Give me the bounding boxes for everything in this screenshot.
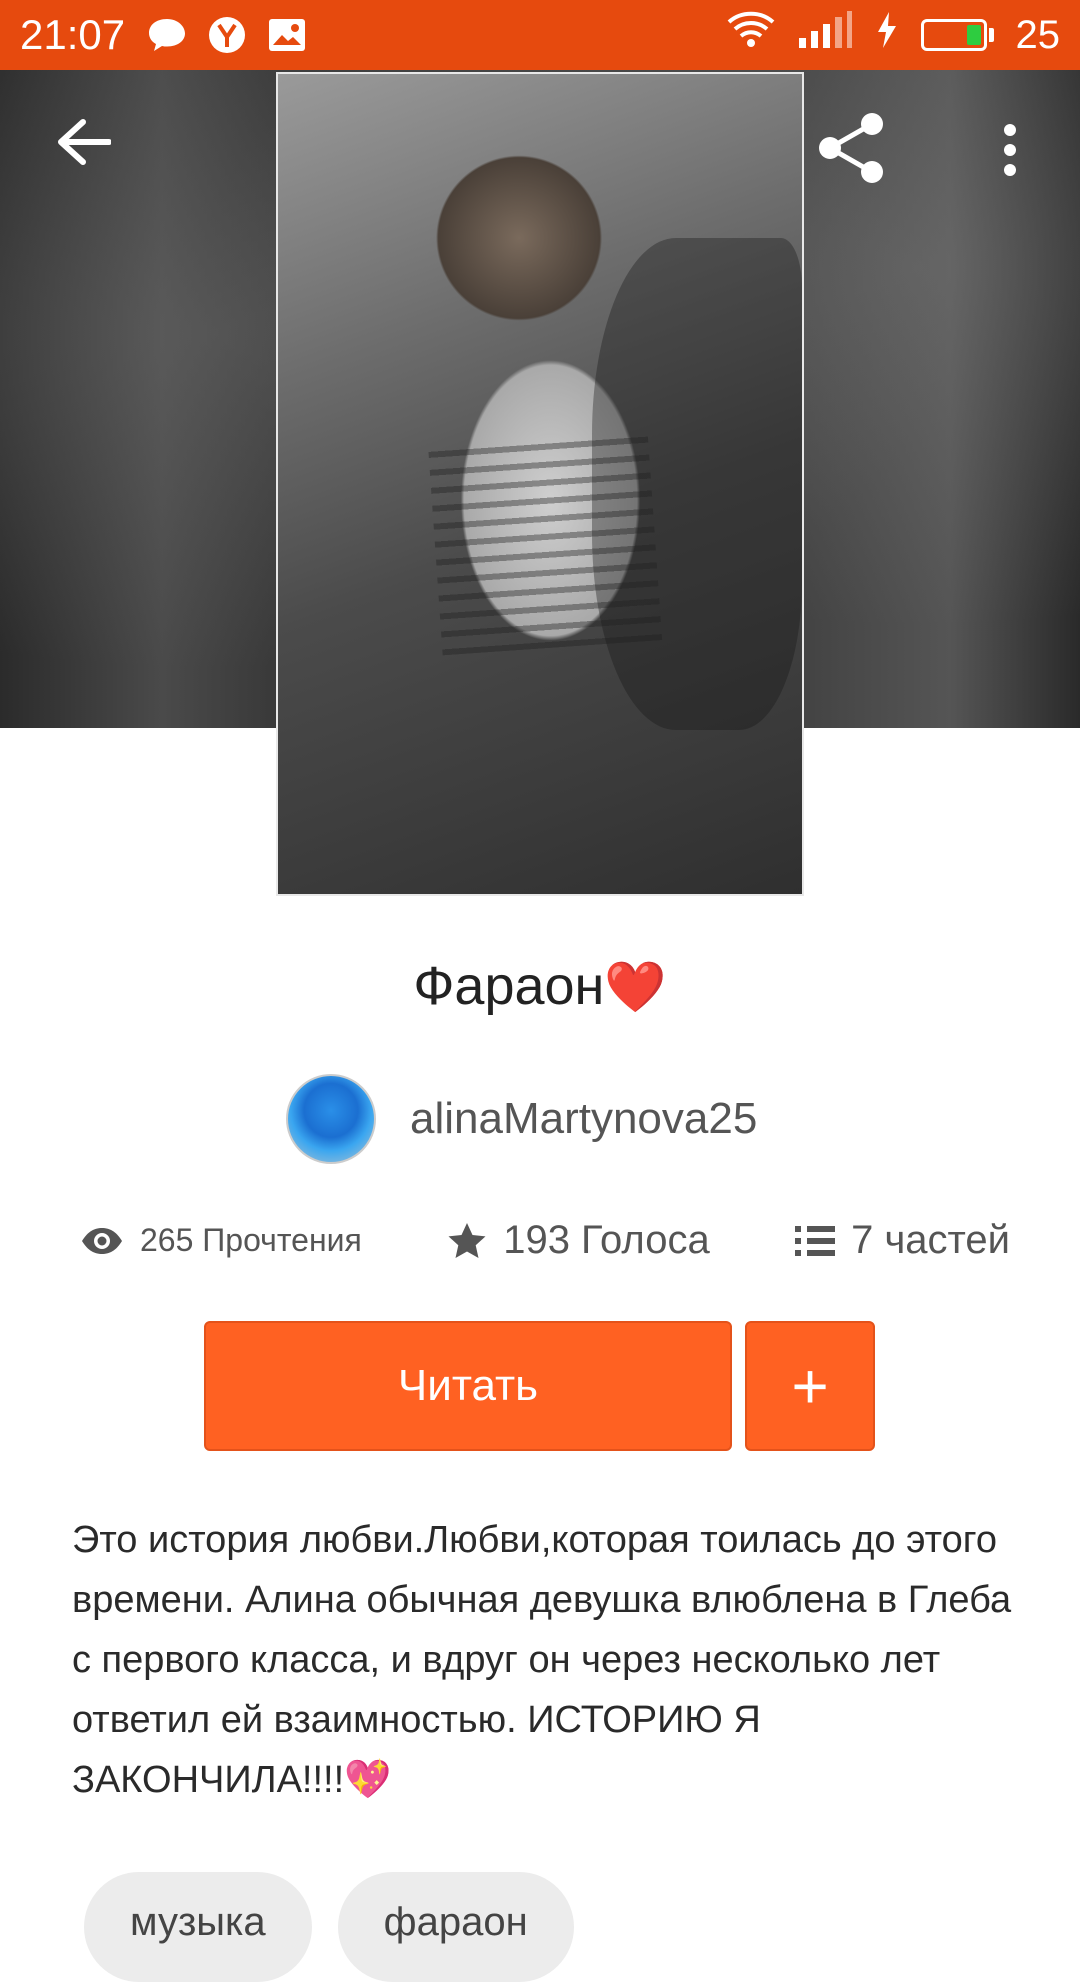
- avatar[interactable]: [286, 1074, 376, 1164]
- cover-shirt-print: [428, 427, 663, 656]
- yandex-icon: [207, 15, 247, 55]
- votes-stat: 193 Голоса: [447, 1218, 710, 1263]
- story-description: Это история любви.Любви,которая тоилась …: [72, 1510, 1012, 1810]
- parts-count[interactable]: 7 частей: [851, 1218, 1010, 1263]
- story-stats: 265 Прочтения 193 Голоса 7 частей: [80, 1218, 1010, 1263]
- arrow-left-icon: [58, 119, 111, 165]
- battery-icon: [920, 19, 994, 51]
- list-icon: [795, 1225, 836, 1256]
- back-button[interactable]: [54, 112, 114, 172]
- author-name[interactable]: alinaMartynova25: [410, 1094, 757, 1144]
- share-button[interactable]: [812, 108, 892, 188]
- heart-emoji: ❤️: [604, 959, 667, 1015]
- chat-bubble-icon: [147, 17, 187, 53]
- add-to-library-button[interactable]: +: [745, 1321, 875, 1451]
- eye-icon: [82, 1227, 122, 1254]
- read-button[interactable]: Читать: [204, 1321, 732, 1451]
- tag-chip[interactable]: фараон: [337, 1872, 574, 1982]
- sparkling-heart-emoji: 💖: [344, 1759, 392, 1801]
- description-text: Это история любви.Любви,которая тоилась …: [72, 1519, 1012, 1801]
- tag-chip[interactable]: музыка: [84, 1872, 312, 1982]
- more-options-button[interactable]: [990, 118, 1030, 182]
- status-bar: 21:07 25: [0, 0, 1080, 70]
- story-title-text: Фараон: [413, 956, 605, 1016]
- wifi-icon: [727, 10, 775, 60]
- author-row[interactable]: alinaMartynova25: [286, 1074, 757, 1164]
- tags-row: музыка фараон: [84, 1872, 574, 1982]
- star-icon: [448, 1222, 486, 1258]
- more-vertical-icon: [1004, 124, 1016, 176]
- share-icon: [819, 113, 883, 183]
- status-right: 25: [727, 10, 1061, 60]
- votes-count: 193 Голоса: [503, 1218, 710, 1262]
- status-time: 21:07: [20, 11, 126, 58]
- story-cover-image[interactable]: [276, 72, 804, 896]
- signal-icon: [797, 10, 853, 60]
- charging-icon: [875, 10, 899, 60]
- battery-level: 25: [1015, 12, 1061, 57]
- reads-stat: 265 Прочтения: [80, 1222, 362, 1259]
- reads-count: 265 Прочтения: [140, 1222, 362, 1258]
- story-title: Фараон❤️: [0, 955, 1080, 1017]
- image-icon: [267, 17, 307, 53]
- parts-stat[interactable]: 7 частей: [795, 1218, 1010, 1263]
